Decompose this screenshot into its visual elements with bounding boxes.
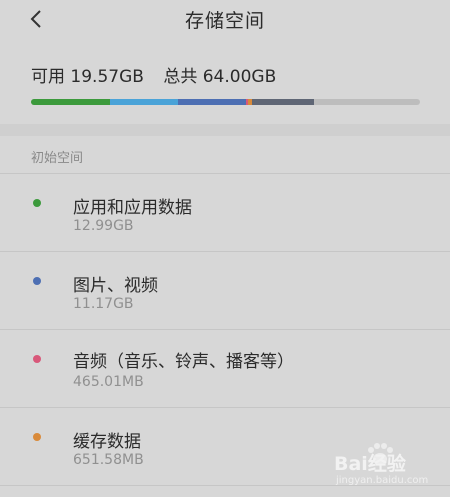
item-size: 12.99GB bbox=[73, 218, 134, 234]
item-name: 音频（音乐、铃声、播客等） bbox=[73, 352, 294, 372]
item-name: 缓存数据 bbox=[73, 432, 141, 452]
category-dot-icon bbox=[33, 199, 41, 207]
storage-item-images-videos[interactable]: 图片、视频 11.17GB bbox=[0, 252, 450, 328]
category-dot-icon bbox=[33, 277, 41, 285]
watermark-text: Bai经验 bbox=[334, 453, 406, 475]
top-bar: 存储空间 bbox=[0, 0, 450, 40]
watermark-url: jingyan.baidu.com bbox=[336, 475, 429, 486]
baidu-jingyan-watermark: Bai经验 jingyan.baidu.com bbox=[332, 441, 442, 491]
item-name: 图片、视频 bbox=[73, 276, 158, 296]
page-title: 存储空间 bbox=[184, 10, 265, 32]
storage-usage-bar bbox=[31, 99, 420, 105]
usage-segment-apps bbox=[31, 99, 110, 105]
available-space: 可用 19.57GB bbox=[31, 67, 144, 87]
section-label: 初始空间 bbox=[31, 151, 84, 166]
item-size: 11.17GB bbox=[73, 296, 134, 312]
item-name: 应用和应用数据 bbox=[73, 198, 192, 218]
item-size: 651.58MB bbox=[73, 452, 144, 468]
usage-segment-images-videos-2 bbox=[177, 99, 246, 105]
usage-segment-images-videos bbox=[109, 99, 178, 105]
storage-item-audio[interactable]: 音频（音乐、铃声、播客等） 465.01MB bbox=[0, 330, 450, 406]
storage-item-apps[interactable]: 应用和应用数据 12.99GB bbox=[0, 174, 450, 250]
total-space: 总共 64.00GB bbox=[163, 67, 277, 87]
category-dot-icon bbox=[33, 355, 41, 363]
usage-segment-other bbox=[252, 99, 315, 105]
category-dot-icon bbox=[33, 433, 41, 441]
storage-summary: 可用 19.57GB 总共 64.00GB bbox=[31, 62, 290, 87]
section-divider bbox=[0, 124, 450, 136]
item-size: 465.01MB bbox=[73, 374, 144, 390]
